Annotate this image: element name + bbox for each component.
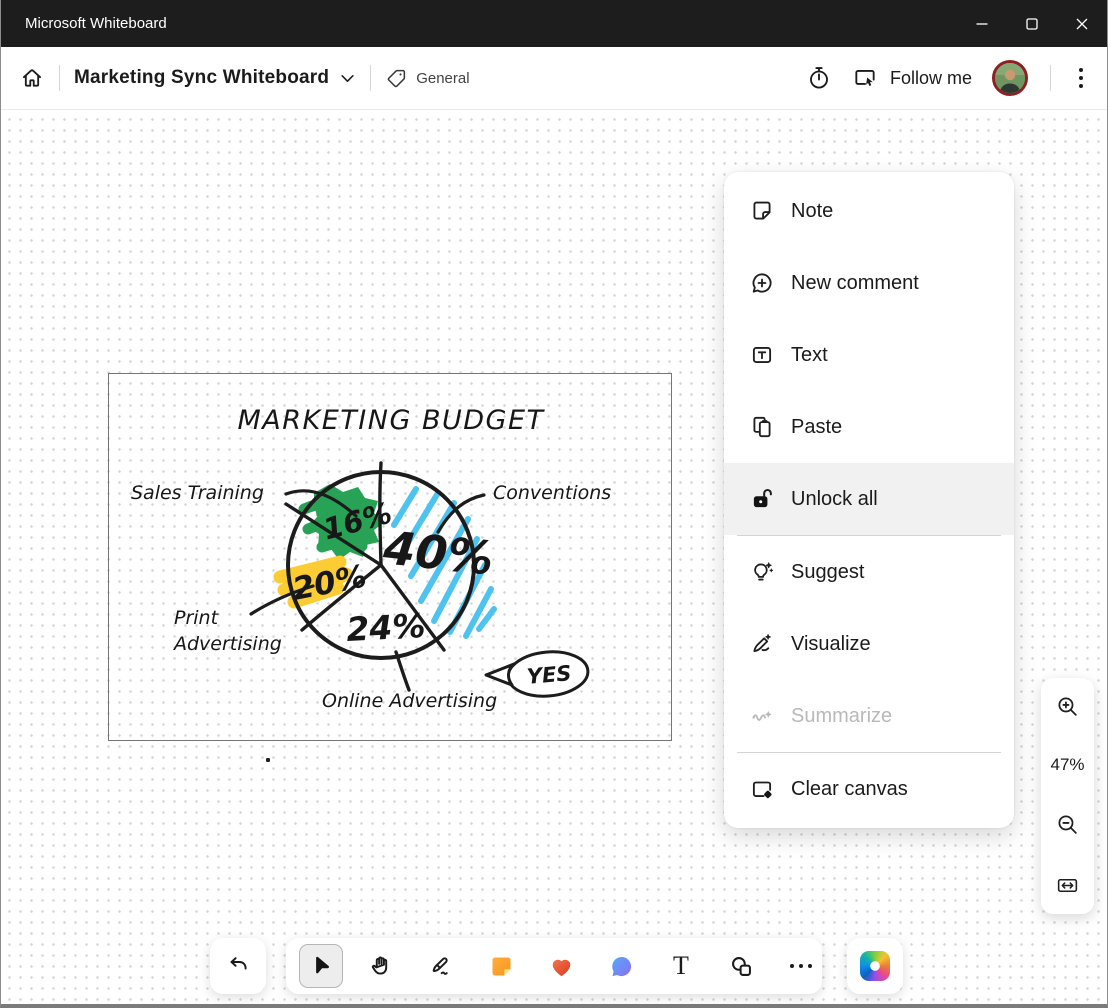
label-conventions: Conventions xyxy=(493,482,611,504)
summarize-icon xyxy=(748,703,775,729)
tool-sticky-note[interactable] xyxy=(479,944,523,988)
paste-icon xyxy=(748,414,775,440)
follow-me-label: Follow me xyxy=(890,68,972,89)
menu-item-label: New comment xyxy=(791,272,919,295)
whiteboard-drawing[interactable]: MARKETING BUDGET Sales Training Conventi… xyxy=(108,373,672,741)
header-divider xyxy=(59,65,60,91)
label-print-2: Advertising xyxy=(172,633,282,655)
close-button[interactable] xyxy=(1057,0,1107,47)
hand-icon xyxy=(368,953,394,979)
maximize-button[interactable] xyxy=(1007,0,1057,47)
home-icon[interactable] xyxy=(19,65,45,91)
menu-item-suggest[interactable]: Suggest xyxy=(724,536,1014,608)
menu-item-visualize[interactable]: Visualize xyxy=(724,608,1014,680)
tool-more[interactable] xyxy=(779,944,823,988)
suggest-bulb-icon xyxy=(748,559,775,585)
tag-button[interactable]: General xyxy=(385,67,469,90)
menu-item-label: Note xyxy=(791,200,833,223)
menu-item-label: Summarize xyxy=(791,705,892,728)
titlebar: Microsoft Whiteboard xyxy=(1,0,1107,47)
whiteboard-canvas[interactable]: MARKETING BUDGET Sales Training Conventi… xyxy=(1,110,1107,1004)
text-icon xyxy=(748,342,775,368)
tool-text[interactable]: T xyxy=(659,944,703,988)
follow-me-button[interactable]: Follow me xyxy=(852,65,972,91)
stray-ink-dot[interactable] xyxy=(266,758,270,762)
tool-shapes[interactable] xyxy=(719,944,763,988)
window-title: Microsoft Whiteboard xyxy=(1,15,167,32)
menu-item-label: Visualize xyxy=(791,633,871,656)
menu-item-text[interactable]: Text xyxy=(724,319,1014,391)
zoom-in-icon[interactable] xyxy=(1055,694,1080,719)
label-sales-training: Sales Training xyxy=(131,482,264,504)
menu-item-label: Text xyxy=(791,344,828,367)
avatar[interactable] xyxy=(992,60,1028,96)
pct-24: 24% xyxy=(345,606,426,649)
tool-pan[interactable] xyxy=(359,944,403,988)
tag-icon xyxy=(385,67,408,90)
header: Marketing Sync Whiteboard General xyxy=(1,47,1107,110)
menu-item-note[interactable]: Note xyxy=(724,175,1014,247)
menu-item-summarize[interactable]: Summarize xyxy=(724,680,1014,752)
pen-icon xyxy=(428,953,454,979)
ellipsis-icon xyxy=(790,964,812,968)
minimize-button[interactable] xyxy=(957,0,1007,47)
pct-40: 40% xyxy=(380,520,496,585)
board-title[interactable]: Marketing Sync Whiteboard xyxy=(74,67,329,89)
app-window: Microsoft Whiteboard Marketing Sync Whit… xyxy=(0,0,1108,1008)
header-divider3 xyxy=(1050,65,1051,91)
chat-bubble-icon xyxy=(608,953,635,980)
tool-select[interactable] xyxy=(299,944,343,988)
undo-button[interactable] xyxy=(210,938,266,994)
header-divider2 xyxy=(370,65,371,91)
menu-item-label: Clear canvas xyxy=(791,778,908,801)
menu-item-clear-canvas[interactable]: Clear canvas xyxy=(724,753,1014,825)
tag-label: General xyxy=(416,70,469,87)
timer-icon[interactable] xyxy=(806,65,832,91)
shapes-icon xyxy=(728,953,755,980)
new-comment-icon xyxy=(748,270,775,296)
menu-item-new-comment[interactable]: New comment xyxy=(724,247,1014,319)
present-cursor-icon xyxy=(852,65,878,91)
tool-comment[interactable] xyxy=(599,944,643,988)
zoom-level: 47% xyxy=(1050,755,1084,775)
menu-item-unlock-all[interactable]: Unlock all xyxy=(724,463,1014,535)
tool-reaction[interactable] xyxy=(539,944,583,988)
kebab-menu-icon[interactable] xyxy=(1073,64,1089,92)
menu-item-paste[interactable]: Paste xyxy=(724,391,1014,463)
main-toolbar: T xyxy=(286,938,822,994)
text-t-icon: T xyxy=(673,953,689,979)
zoom-panel: 47% xyxy=(1041,678,1094,914)
context-menu: Note New comment Text Paste xyxy=(724,172,1014,828)
label-print-1: Print xyxy=(174,607,220,629)
unlock-icon xyxy=(748,486,775,512)
menu-item-label: Paste xyxy=(791,416,842,439)
copilot-button[interactable] xyxy=(847,938,903,994)
yes-text: YES xyxy=(526,661,573,689)
fit-width-icon[interactable] xyxy=(1055,873,1080,898)
label-online: Online Advertising xyxy=(322,690,497,712)
note-icon xyxy=(748,198,775,224)
select-cursor-icon xyxy=(308,953,334,979)
copilot-icon xyxy=(860,951,890,981)
visualize-pen-icon xyxy=(748,631,775,657)
menu-item-label: Unlock all xyxy=(791,488,878,511)
heart-icon xyxy=(548,953,575,980)
clear-canvas-icon xyxy=(748,776,775,802)
tool-ink[interactable] xyxy=(419,944,463,988)
sticky-note-icon xyxy=(488,953,515,980)
drawing-title: MARKETING BUDGET xyxy=(238,405,546,436)
zoom-out-icon[interactable] xyxy=(1055,812,1080,837)
menu-item-label: Suggest xyxy=(791,561,864,584)
chevron-down-icon[interactable] xyxy=(339,70,356,87)
